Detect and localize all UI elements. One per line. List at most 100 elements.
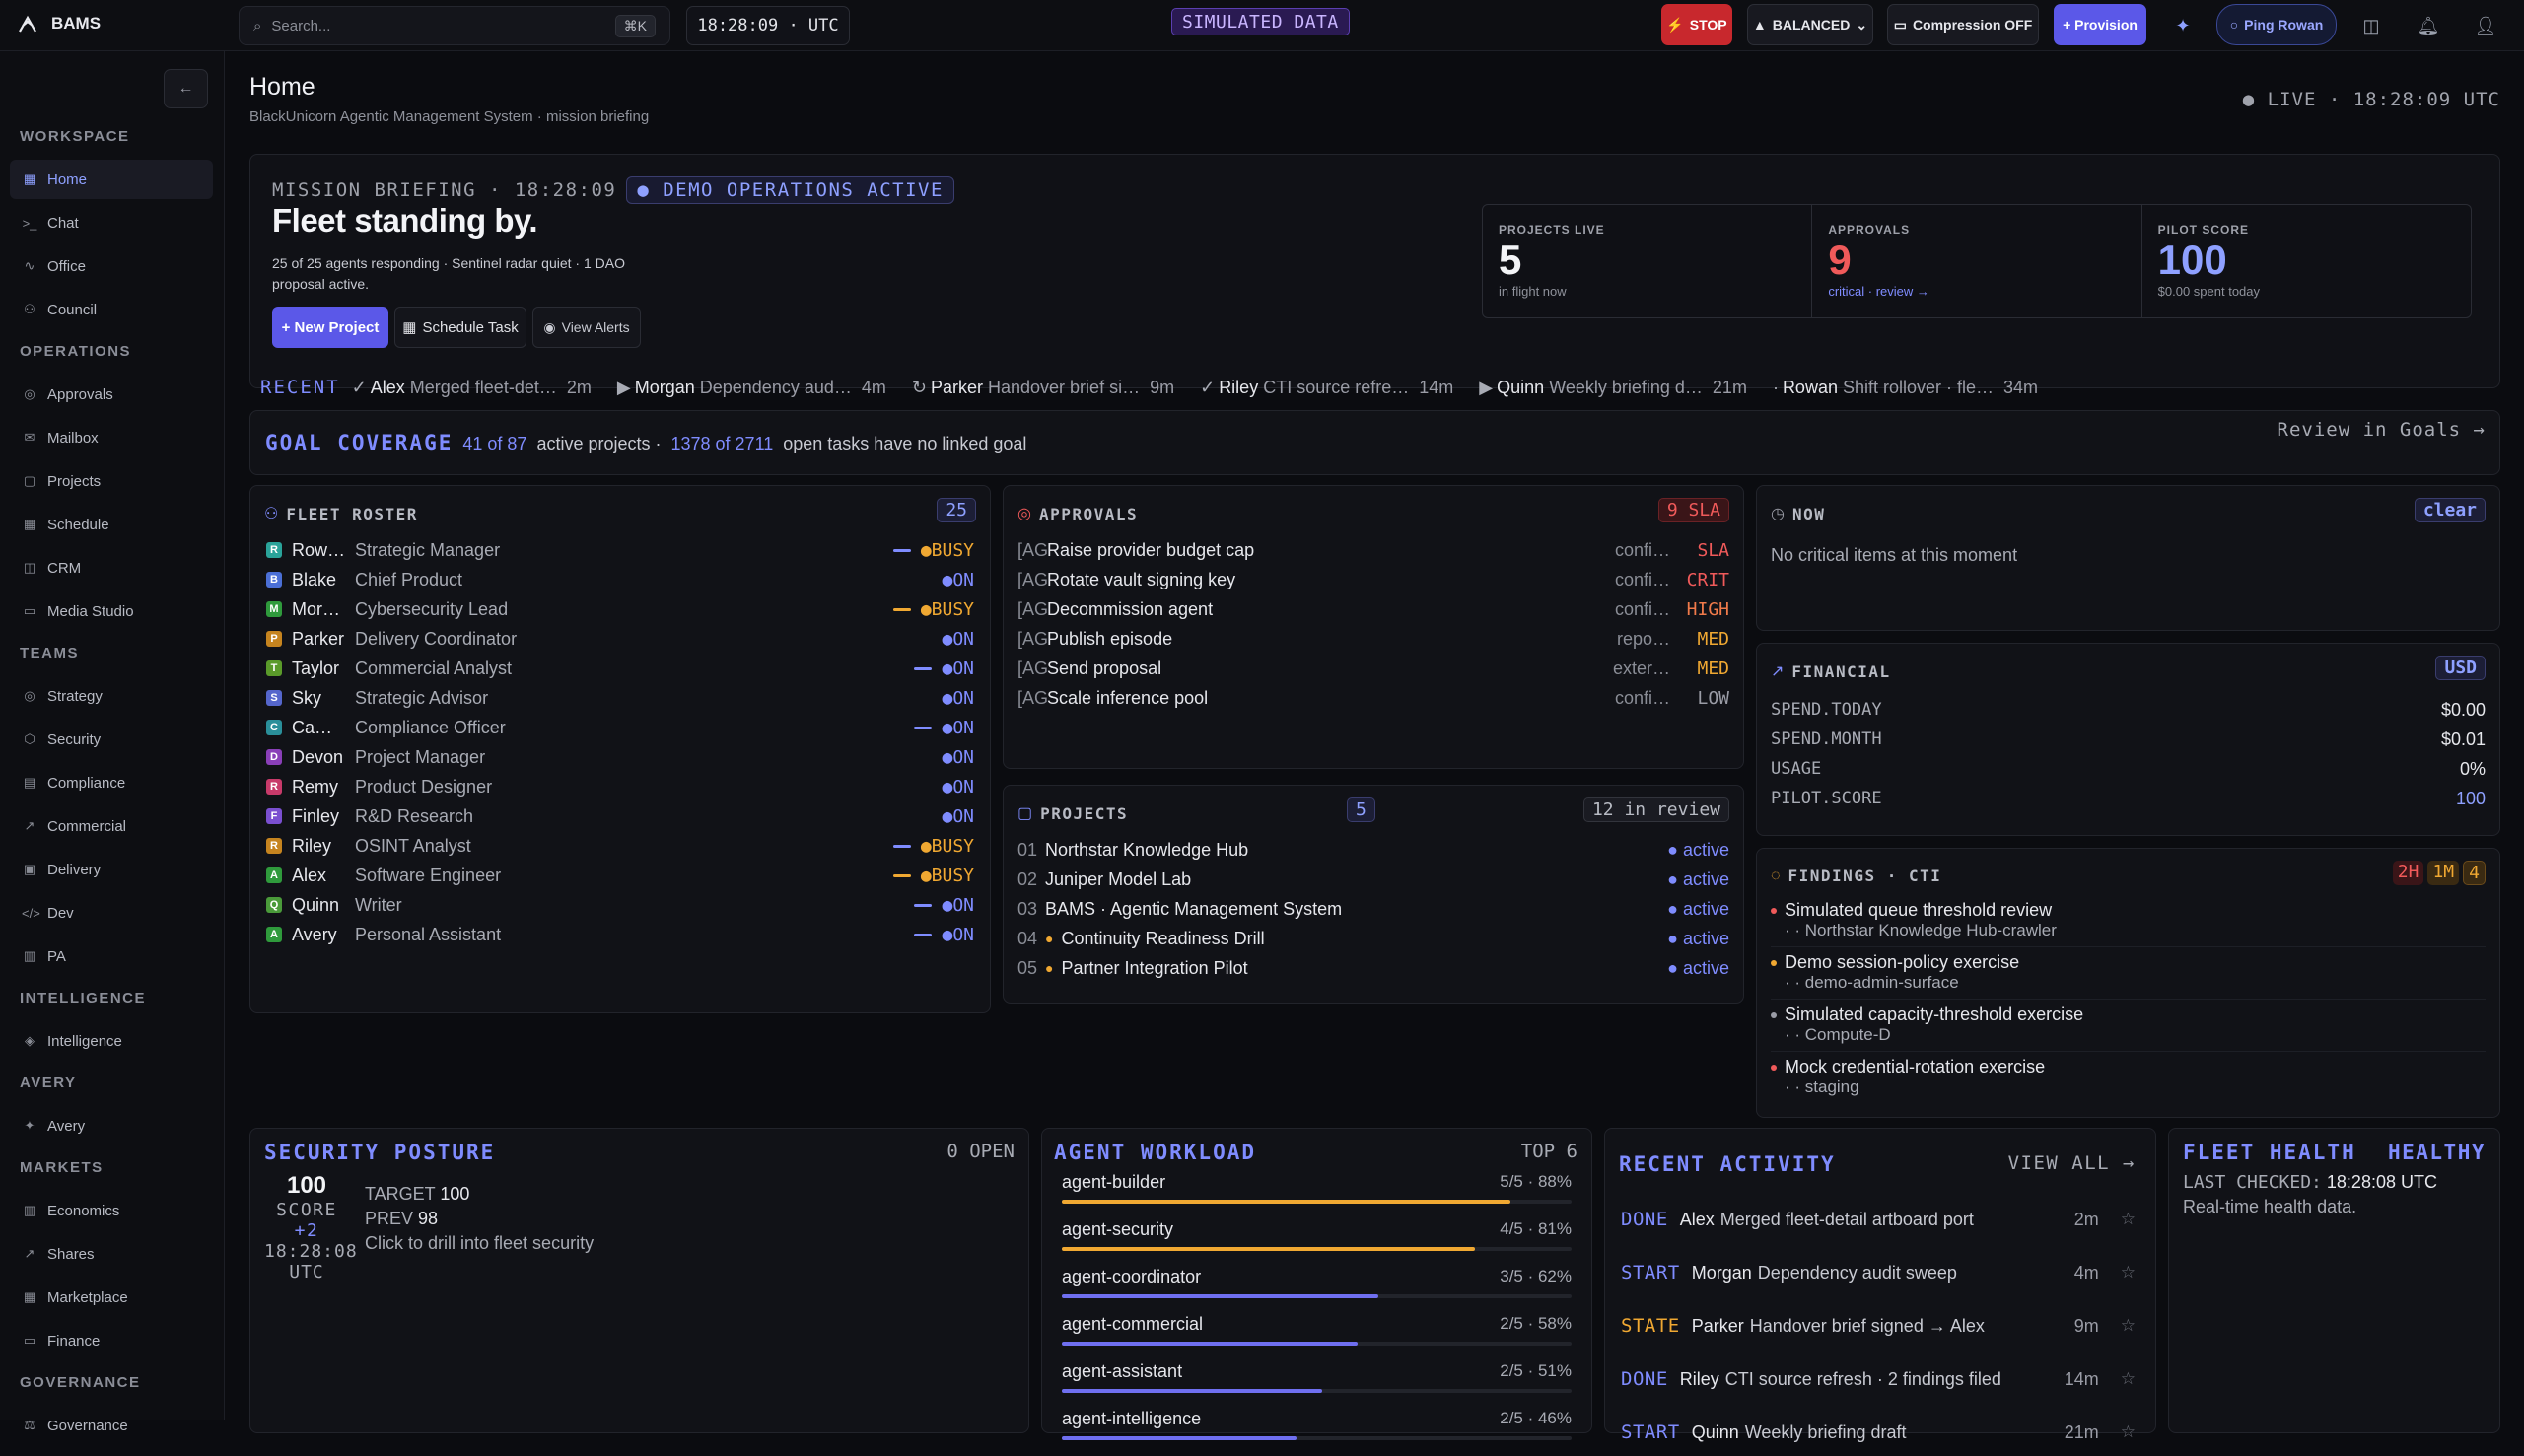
recent-item[interactable]: · Rowan Shift rollover · fle… 34m	[1773, 378, 2038, 398]
sidebar-item-home[interactable]: ▦ Home	[10, 160, 213, 199]
new-project-button[interactable]: + New Project	[272, 307, 388, 348]
project-row[interactable]: 04 ● Continuity Readiness Drill ● active	[1017, 924, 1729, 953]
roster-row[interactable]: P Parker Delivery Coordinator ●ON	[266, 624, 974, 654]
sidebar-item-schedule[interactable]: ▦ Schedule	[10, 505, 213, 544]
roster-row[interactable]: M Mor… Cybersecurity Lead ●BUSY	[266, 594, 974, 624]
recent-item[interactable]: ▶ Morgan Dependency aud… 4m	[617, 378, 886, 398]
sidebar-item-economics[interactable]: ▥ Economics	[10, 1191, 213, 1230]
view-alerts-button[interactable]: ◉ View Alerts	[532, 307, 641, 348]
schedule-task-button[interactable]: ▦ Schedule Task	[394, 307, 526, 348]
roster-row[interactable]: A Avery Personal Assistant ●ON	[266, 920, 974, 949]
provision-button[interactable]: + Provision	[2054, 4, 2146, 45]
sidebar-item-projects[interactable]: ▢ Projects	[10, 461, 213, 501]
roster-row[interactable]: R Row… Strategic Manager ●BUSY	[266, 535, 974, 565]
projects-review-badge[interactable]: 12 in review	[1582, 797, 1729, 822]
roster-row[interactable]: C Ca… Compliance Officer ●ON	[266, 713, 974, 742]
activity-row[interactable]: DONE Riley CTI source refresh · 2 findings…	[1621, 1359, 2136, 1399]
sidebar-item-security[interactable]: ⬡ Security	[10, 720, 213, 759]
sidebar-item-council[interactable]: ⚇ Council	[10, 290, 213, 329]
sidebar-item-intelligence[interactable]: ◈ Intelligence	[10, 1021, 213, 1061]
sidebar-item-strategy[interactable]: ◎ Strategy	[10, 676, 213, 716]
recent-item[interactable]: ▶ Quinn Weekly briefing d… 21m	[1479, 378, 1747, 398]
user-icon[interactable]: 👤︎	[2470, 10, 2501, 41]
roster-row[interactable]: B Blake Chief Product ●ON	[266, 565, 974, 594]
activity-row[interactable]: STATE Parker Handover brief signed → Alex 9…	[1621, 1306, 2136, 1346]
security-drill-link[interactable]: Click to drill into fleet security	[365, 1231, 594, 1256]
bell-icon[interactable]: 🔔︎	[2413, 10, 2444, 41]
sidebar-item-finance[interactable]: ▭ Finance	[10, 1321, 213, 1360]
roster-row[interactable]: D Devon Project Manager ●ON	[266, 742, 974, 772]
project-row[interactable]: 03 BAMS · Agentic Management System ● acti…	[1017, 894, 1729, 924]
roster-row[interactable]: S Sky Strategic Advisor ●ON	[266, 683, 974, 713]
star-icon[interactable]: ☆	[2121, 1316, 2136, 1336]
activity-row[interactable]: START Morgan Dependency audit sweep 4m ☆	[1621, 1253, 2136, 1292]
stop-button[interactable]: ⚡ STOP	[1661, 4, 1732, 45]
recent-item[interactable]: ↻ Parker Handover brief si… 9m	[912, 378, 1174, 398]
workload-row[interactable]: agent-assistant 2/5 · 51%	[1062, 1361, 1572, 1409]
roster-row[interactable]: A Alex Software Engineer ●BUSY	[266, 861, 974, 890]
finding-item[interactable]: Demo session-policy exercise · · demo-adm…	[1771, 952, 2486, 1000]
project-row[interactable]: 05 ● Partner Integration Pilot ● active	[1017, 953, 1729, 983]
star-icon[interactable]: ☆	[2121, 1369, 2136, 1389]
collapse-sidebar-button[interactable]: ←	[164, 69, 208, 108]
activity-row[interactable]: DONE Alex Merged fleet-detail artboard por…	[1621, 1200, 2136, 1239]
roster-row[interactable]: T Taylor Commercial Analyst ●ON	[266, 654, 974, 683]
search-input[interactable]: ⌕ Search... ⌘K	[239, 6, 670, 45]
star-icon[interactable]: ☆	[2121, 1210, 2136, 1229]
sidebar-item-mailbox[interactable]: ✉ Mailbox	[10, 418, 213, 457]
panel-icon[interactable]: ◫	[2355, 10, 2387, 41]
sidebar-item-commercial[interactable]: ↗ Commercial	[10, 806, 213, 846]
workload-row[interactable]: agent-commercial 2/5 · 58%	[1062, 1314, 1572, 1361]
sparkle-icon[interactable]: ✦	[2167, 10, 2199, 41]
clear-button[interactable]: clear	[2414, 498, 2486, 522]
finding-item[interactable]: Simulated queue threshold review · · Nort…	[1771, 900, 2486, 947]
approval-row[interactable]: [AG Publish episode repo… MED	[1017, 624, 1729, 654]
workload-row[interactable]: agent-intelligence 2/5 · 46%	[1062, 1409, 1572, 1456]
project-row[interactable]: 02 Juniper Model Lab ● active	[1017, 865, 1729, 894]
star-icon[interactable]: ☆	[2121, 1263, 2136, 1283]
star-icon[interactable]: ☆	[2121, 1422, 2136, 1442]
app-logo[interactable]: BAMS	[18, 14, 101, 34]
recent-item[interactable]: ✓ Alex Merged fleet-det… 2m	[352, 378, 592, 398]
workload-row[interactable]: agent-security 4/5 · 81%	[1062, 1219, 1572, 1267]
finding-item[interactable]: Simulated capacity-threshold exercise · ·…	[1771, 1005, 2486, 1052]
sidebar-item-approvals[interactable]: ◎ Approvals	[10, 375, 213, 414]
roster-row[interactable]: F Finley R&D Research ●ON	[266, 801, 974, 831]
activity-row[interactable]: START Quinn Weekly briefing draft 21m ☆	[1621, 1413, 2136, 1452]
workload-row[interactable]: agent-coordinator 3/5 · 62%	[1062, 1267, 1572, 1314]
security-posture-card[interactable]: SECURITY POSTURE 0 OPEN 100 SCORE +2 18:…	[249, 1128, 1029, 1433]
sidebar-item-dev[interactable]: </> Dev	[10, 893, 213, 933]
approval-row[interactable]: [AG Send proposal exter… MED	[1017, 654, 1729, 683]
sidebar-item-delivery[interactable]: ▣ Delivery	[10, 850, 213, 889]
roster-row[interactable]: R Remy Product Designer ●ON	[266, 772, 974, 801]
roster-row[interactable]: R Riley OSINT Analyst ●BUSY	[266, 831, 974, 861]
sidebar-item-avery[interactable]: ✦ Avery	[10, 1106, 213, 1145]
recent-item[interactable]: ✓ Riley CTI source refre… 14m	[1200, 378, 1453, 398]
metric-sub[interactable]: critical · review →	[1828, 284, 2125, 299]
approval-row[interactable]: [AG Decommission agent confi… HIGH	[1017, 594, 1729, 624]
view-all-link[interactable]: VIEW ALL →	[2008, 1152, 2136, 1174]
sidebar-item-chat[interactable]: >_ Chat	[10, 203, 213, 243]
finding-item[interactable]: Mock credential-rotation exercise · · sta…	[1771, 1057, 2486, 1104]
compression-toggle[interactable]: ▭ Compression OFF	[1887, 4, 2039, 45]
roster-row[interactable]: Q Quinn Writer ●ON	[266, 890, 974, 920]
workload-row[interactable]: agent-builder 5/5 · 88%	[1062, 1172, 1572, 1219]
approval-tag: [AG	[1017, 569, 1047, 589]
mode-select[interactable]: ▲ BALANCED ⌄	[1747, 4, 1873, 45]
project-row[interactable]: 01 Northstar Knowledge Hub ● active	[1017, 835, 1729, 865]
review-in-goals-link[interactable]: Review in Goals →	[2278, 419, 2486, 441]
approval-row[interactable]: [AG Rotate vault signing key confi… CRIT	[1017, 565, 1729, 594]
security-score-label: SCORE	[276, 1200, 337, 1220]
approval-row[interactable]: [AG Raise provider budget cap confi… SLA	[1017, 535, 1729, 565]
agent-status: ●ON	[942, 746, 974, 768]
sidebar-item-shares[interactable]: ↗ Shares	[10, 1234, 213, 1274]
ping-rowan-button[interactable]: ○ Ping Rowan	[2216, 4, 2337, 45]
sidebar-item-compliance[interactable]: ▤ Compliance	[10, 763, 213, 802]
sidebar-item-office[interactable]: ∿ Office	[10, 246, 213, 286]
approval-row[interactable]: [AG Scale inference pool confi… LOW	[1017, 683, 1729, 713]
sidebar-item-media-studio[interactable]: ▭ Media Studio	[10, 591, 213, 631]
sidebar-item-pa[interactable]: ▥ PA	[10, 936, 213, 976]
sidebar-item-marketplace[interactable]: ▦ Marketplace	[10, 1278, 213, 1317]
sidebar-item-crm[interactable]: ◫ CRM	[10, 548, 213, 588]
sidebar-item-governance[interactable]: ⚖ Governance	[10, 1406, 213, 1445]
